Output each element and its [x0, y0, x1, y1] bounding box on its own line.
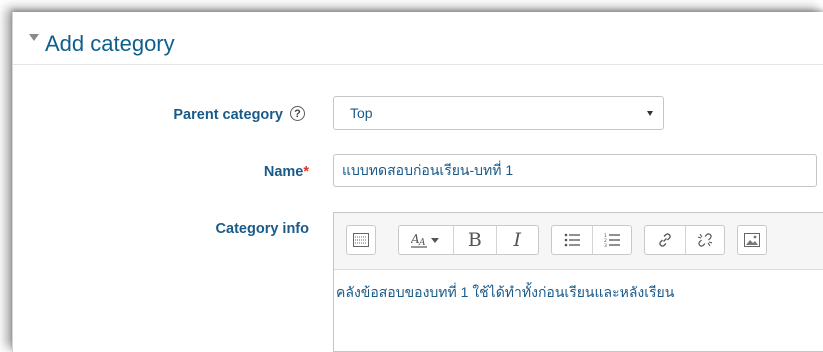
ordered-list-button[interactable]: 1 2 3 [593, 226, 632, 254]
name-input[interactable]: แบบทดสอบก่อนเรียน-บทที่ 1 [333, 154, 817, 187]
ordered-list-icon: 1 2 3 [604, 233, 620, 247]
category-info-editor[interactable]: A A B I 1 2 3 คลังข้อสอบของบทที่ 1 ใช้ได… [333, 212, 823, 352]
toolbar-group-lists: 1 2 3 [551, 225, 632, 255]
font-color-icon: A A [411, 232, 440, 248]
unlink-icon [697, 233, 712, 247]
editor-toolbar: A A B I 1 2 3 [334, 213, 823, 270]
help-icon[interactable]: ? [290, 106, 305, 121]
toolbar-group-media [737, 225, 767, 255]
image-icon [744, 233, 760, 247]
dropdown-caret-icon [647, 111, 653, 116]
name-label-text: Name [263, 164, 304, 180]
name-label: Name* [13, 164, 309, 180]
toolbar-toggle-icon [353, 233, 369, 247]
toolbar-group-links [644, 225, 725, 255]
name-input-value: แบบทดสอบก่อนเรียน-บทที่ 1 [342, 162, 514, 178]
image-button[interactable] [738, 226, 766, 254]
unordered-list-button[interactable] [552, 226, 593, 254]
editor-content-text[interactable]: คลังข้อสอบของบทที่ 1 ใช้ได้ทำทั้งก่อนเรี… [336, 282, 674, 304]
italic-button[interactable]: I [497, 226, 538, 254]
parent-category-value: Top [350, 105, 373, 121]
toolbar-toggle-button[interactable] [347, 226, 375, 254]
required-asterisk: * [303, 164, 309, 180]
form-panel: Add category Parent category ? Top Name*… [12, 12, 823, 352]
parent-category-label: Parent category [173, 107, 283, 123]
fieldset-header[interactable]: Add category [13, 12, 823, 65]
unordered-list-icon [564, 233, 580, 247]
toolbar-group-toggle [346, 225, 376, 255]
collapse-triangle-icon[interactable] [29, 34, 39, 41]
svg-text:3: 3 [604, 243, 607, 247]
link-button[interactable] [645, 226, 686, 254]
bold-button[interactable]: B [454, 226, 497, 254]
parent-category-select[interactable]: Top [333, 96, 664, 130]
font-color-button[interactable]: A A [399, 226, 455, 254]
section-title[interactable]: Add category [45, 31, 175, 57]
toolbar-group-style: A A B I [398, 225, 539, 255]
category-info-label: Category info [215, 221, 309, 237]
unlink-button[interactable] [686, 226, 725, 254]
link-icon [659, 233, 671, 247]
